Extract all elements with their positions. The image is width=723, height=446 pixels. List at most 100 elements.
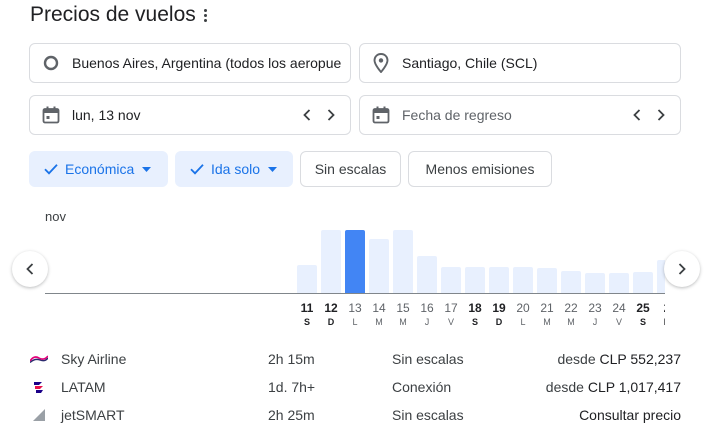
flight-row[interactable]: Sky Airline 2h 15m Sin escalas desde CLP…	[0, 346, 723, 372]
origin-circle-icon	[30, 55, 72, 71]
origin-field[interactable]: Buenos Aires, Argentina (todos los aerop…	[29, 43, 351, 83]
airline-name[interactable]: jetSMART	[61, 407, 125, 423]
price-bar-chart	[45, 222, 665, 294]
price-bar[interactable]	[513, 267, 533, 294]
date-tick-label[interactable]: 16 J	[415, 300, 439, 328]
price-bar[interactable]	[441, 267, 461, 294]
more-options-icon[interactable]	[200, 8, 212, 22]
day-number: 21	[540, 301, 554, 315]
return-date-input[interactable]: Fecha de regreso	[402, 107, 632, 123]
airline-name[interactable]: Sky Airline	[61, 351, 126, 367]
price-bar[interactable]	[561, 271, 581, 294]
return-date-field[interactable]: Fecha de regreso	[359, 95, 681, 135]
price-value: CLP 1,017,417	[587, 379, 681, 395]
day-number: 24	[612, 301, 626, 315]
weekday-letter: M	[543, 317, 551, 327]
date-tick-label[interactable]: 22 M	[559, 300, 583, 328]
date-tick-label[interactable]: 13 L	[343, 300, 367, 328]
date-tick-label[interactable]: 12 D	[319, 300, 343, 328]
previous-date-chevron-icon[interactable]	[632, 108, 642, 122]
date-tick-label[interactable]: 25 S	[631, 300, 655, 328]
emissions-filter-chip[interactable]: Menos emisiones	[408, 151, 552, 187]
price-bar[interactable]	[585, 273, 605, 294]
date-tick-label[interactable]: 14 M	[367, 300, 391, 328]
date-axis: 11 S 12 D 13 L 14 M 15 M 16 J 17 V 18 S 19 D 20 L 21 M 22 M 23 J 2…	[45, 300, 665, 332]
price-bar[interactable]	[489, 267, 509, 294]
price-prefix: desde	[545, 379, 588, 395]
day-number: 25	[636, 301, 650, 315]
jetsmart-logo	[30, 408, 48, 422]
day-number: 16	[420, 301, 434, 315]
flight-stops: Sin escalas	[392, 351, 464, 367]
price-bar[interactable]	[537, 268, 557, 294]
trip-type-label: Ida solo	[211, 161, 261, 177]
next-date-chevron-icon[interactable]	[656, 108, 666, 122]
flight-price[interactable]: desde CLP 1,017,417	[546, 379, 681, 395]
weekday-letter: V	[615, 317, 622, 327]
day-number: 13	[348, 301, 362, 315]
price-bar-selected[interactable]	[345, 230, 365, 294]
previous-date-chevron-icon[interactable]	[302, 108, 312, 122]
dropdown-caret-icon	[142, 166, 152, 172]
date-tick-label[interactable]: 24 V	[607, 300, 631, 328]
date-tick-label[interactable]: 18 S	[463, 300, 487, 328]
location-pin-icon	[360, 53, 402, 73]
chevron-left-icon	[26, 263, 34, 275]
chart-next-button[interactable]	[664, 251, 700, 287]
cabin-class-chip[interactable]: Económica	[29, 151, 168, 187]
date-tick-label[interactable]: 20 L	[511, 300, 535, 328]
date-tick-label[interactable]: 11 S	[295, 300, 319, 328]
flight-price[interactable]: desde CLP 552,237	[557, 351, 681, 367]
trip-type-chip[interactable]: Ida solo	[175, 151, 293, 187]
airline-name[interactable]: LATAM	[61, 379, 106, 395]
day-number: 2	[655, 300, 665, 316]
price-bar[interactable]	[609, 273, 629, 294]
weekday-letter: D	[327, 317, 335, 327]
price-bar[interactable]	[465, 267, 485, 294]
price-value: CLP 552,237	[599, 351, 681, 367]
price-bar[interactable]	[633, 272, 653, 294]
date-tick-label[interactable]: 2D	[655, 300, 665, 328]
flight-duration: 2h 15m	[268, 351, 315, 367]
flight-price[interactable]: Consultar precio	[579, 407, 681, 423]
weekday-letter: L	[520, 317, 526, 327]
day-number: 12	[324, 301, 338, 315]
flight-duration: 1d. 7h+	[268, 379, 316, 395]
price-value: Consultar precio	[579, 407, 681, 423]
day-number: 15	[396, 301, 410, 315]
weekday-letter: S	[471, 317, 478, 327]
day-number: 20	[516, 301, 530, 315]
day-number: 23	[588, 301, 602, 315]
date-tick-label[interactable]: 17 V	[439, 300, 463, 328]
flight-duration: 2h 25m	[268, 407, 315, 423]
date-tick-label[interactable]: 15 M	[391, 300, 415, 328]
weekday-letter: M	[375, 317, 383, 327]
flight-row[interactable]: LATAM 1d. 7h+ Conexión desde CLP 1,017,4…	[0, 374, 723, 400]
day-number: 18	[468, 301, 482, 315]
date-tick-label[interactable]: 23 J	[583, 300, 607, 328]
next-date-chevron-icon[interactable]	[326, 108, 336, 122]
latam-logo	[30, 380, 48, 394]
calendar-icon	[30, 106, 72, 124]
flight-row[interactable]: jetSMART 2h 25m Sin escalas Consultar pr…	[0, 402, 723, 428]
check-icon	[190, 163, 204, 175]
day-number: 22	[564, 301, 578, 315]
date-tick-label[interactable]: 19 D	[487, 300, 511, 328]
weekday-letter: J	[592, 317, 598, 327]
price-bar[interactable]	[393, 230, 413, 294]
destination-input[interactable]: Santiago, Chile (SCL)	[402, 55, 680, 71]
departure-date-value[interactable]: lun, 13 nov	[72, 107, 302, 123]
destination-field[interactable]: Santiago, Chile (SCL)	[359, 43, 681, 83]
nonstop-filter-chip[interactable]: Sin escalas	[300, 151, 401, 187]
departure-date-field[interactable]: lun, 13 nov	[29, 95, 351, 135]
chart-previous-button[interactable]	[12, 251, 48, 287]
price-bar[interactable]	[321, 230, 341, 294]
weekday-letter: S	[639, 317, 646, 327]
origin-input[interactable]: Buenos Aires, Argentina (todos los aerop…	[72, 55, 350, 71]
price-bar[interactable]	[369, 239, 389, 294]
day-number: 17	[444, 301, 458, 315]
price-bar[interactable]	[417, 256, 437, 294]
day-number: 19	[492, 301, 506, 315]
date-tick-label[interactable]: 21 M	[535, 300, 559, 328]
price-bar[interactable]	[297, 265, 317, 294]
